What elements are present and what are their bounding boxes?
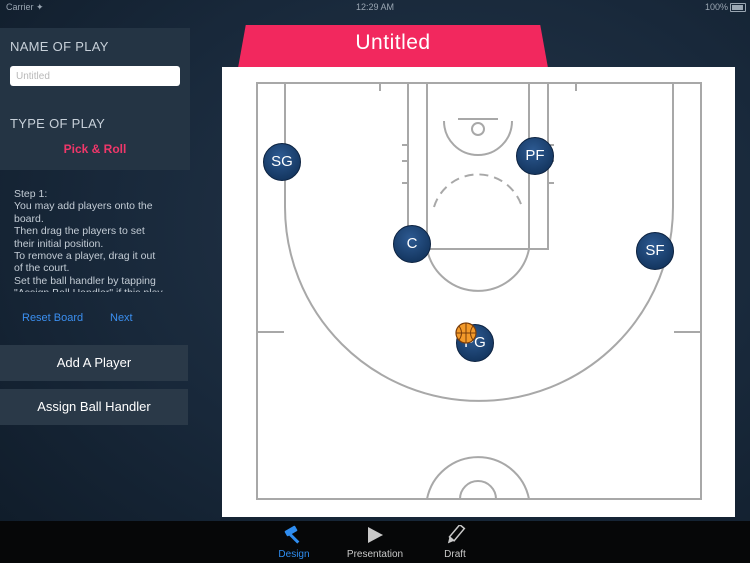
hoop: [471, 122, 485, 136]
restricted-arc: [443, 120, 513, 156]
tab-draft[interactable]: Draft: [410, 521, 500, 563]
play-icon: [368, 527, 383, 543]
assign-ball-handler-button[interactable]: Assign Ball Handler: [0, 389, 188, 425]
clock: 12:29 AM: [355, 2, 395, 12]
center-circle: [426, 456, 530, 500]
tab-design-label: Design: [278, 549, 310, 560]
tab-design[interactable]: Design: [249, 521, 339, 563]
basketball-icon[interactable]: [455, 322, 477, 344]
tab-presentation-label: Presentation: [346, 549, 404, 560]
instructions-text: Step 1: You may add players onto the boa…: [14, 188, 163, 292]
reset-board-button[interactable]: Reset Board: [22, 312, 83, 324]
battery-percent: 100%: [704, 2, 728, 12]
free-throw-circle: [426, 248, 530, 292]
player-sg[interactable]: SG: [263, 143, 301, 181]
play-info-panel: NAME OF PLAY TYPE OF PLAY Pick & Roll: [0, 28, 190, 170]
player-pf[interactable]: PF: [516, 137, 554, 175]
next-button[interactable]: Next: [110, 312, 133, 324]
player-sf[interactable]: SF: [636, 232, 674, 270]
play-name-input[interactable]: [10, 66, 180, 86]
battery-icon: [730, 3, 746, 12]
pencil-icon: [447, 525, 466, 544]
player-c[interactable]: C: [393, 225, 431, 263]
add-player-button[interactable]: Add A Player: [0, 345, 188, 381]
court-lines: [256, 82, 702, 500]
status-bar: Carrier ✦ 12:29 AM 100%: [0, 0, 750, 14]
type-of-play-heading: TYPE OF PLAY: [10, 116, 106, 131]
play-type-selector[interactable]: Pick & Roll: [0, 142, 190, 156]
tab-bar: Design Presentation Draft: [0, 521, 750, 563]
tab-draft-label: Draft: [444, 549, 466, 560]
hammer-icon: [284, 525, 300, 544]
tab-presentation[interactable]: Presentation: [330, 521, 420, 563]
play-title: Untitled: [355, 31, 431, 54]
name-of-play-heading: NAME OF PLAY: [10, 39, 109, 54]
court-board[interactable]: [222, 67, 735, 517]
